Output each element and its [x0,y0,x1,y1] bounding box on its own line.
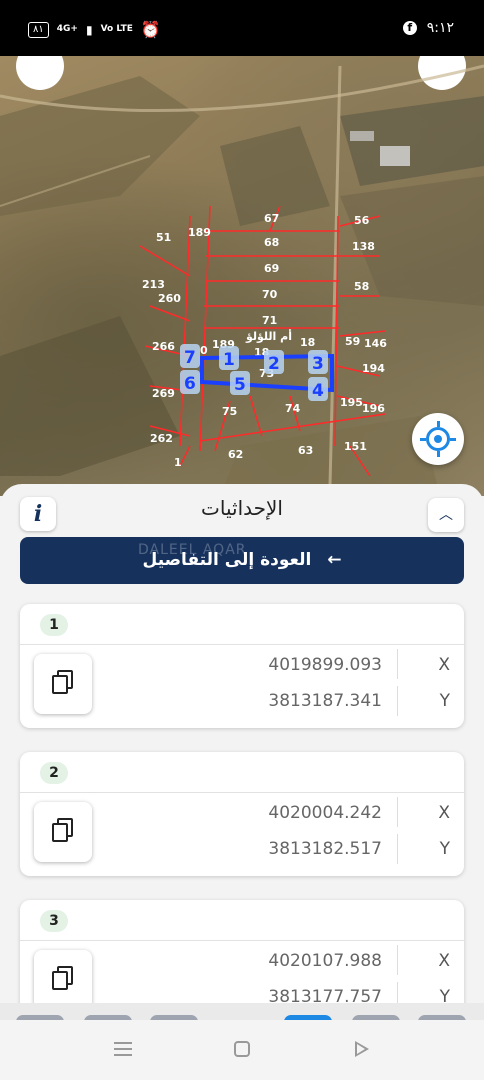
x-label: X [438,951,450,971]
y-label: Y [439,839,450,859]
copy-button[interactable] [34,654,92,714]
parcel-label: 1 [174,456,182,469]
chevron-up-icon[interactable]: ︿ [428,498,464,532]
corner-marker[interactable]: 2 [268,354,280,374]
point-index-badge: 3 [40,910,68,932]
parcel-label: 0 [200,344,208,357]
parcel-label: 63 [298,444,313,457]
coordinate-card: 2 4020004.242 X 3813182.517 Y [20,752,464,876]
home-icon[interactable] [234,1041,250,1057]
corner-marker[interactable]: 6 [184,374,196,394]
corner-marker[interactable]: 3 [312,354,324,374]
corner-marker[interactable]: 5 [234,375,246,395]
parcel-label: 195 [340,396,363,409]
y-value: 3813182.517 [268,839,382,859]
x-label: X [438,803,450,823]
parcel-label: 213 [142,278,165,291]
parcel-label: 194 [362,362,385,375]
x-value: 4020004.242 [268,803,382,823]
y-value: 3813187.341 [268,691,382,711]
coordinate-card: 1 4019899.093 X 3813187.341 Y [20,604,464,728]
x-value: 4019899.093 [268,655,382,675]
watermark: DALEEL AQAR [138,542,247,558]
parcel-label: 70 [262,288,278,301]
my-location-button[interactable] [412,413,464,465]
recent-apps-icon[interactable] [114,1042,132,1056]
x-value: 4020107.988 [268,951,382,971]
parcel-label: 51 [156,231,171,244]
corner-marker[interactable]: 4 [312,381,324,401]
system-navigation-bar [0,1020,484,1080]
y-label: Y [439,691,450,711]
volte-indicator: Vo LTE [100,24,133,34]
corner-marker[interactable]: 7 [184,348,196,368]
corner-marker[interactable]: 1 [223,350,235,370]
parcel-label: 58 [354,280,369,293]
parcel-label: 262 [150,432,173,445]
parcel-label: 71 [262,314,277,327]
parcel-label: 75 [222,405,237,418]
parcel-label: 189 [188,226,211,239]
point-index-badge: 1 [40,614,68,636]
parcel-label: 67 [264,212,279,225]
parcel-label: 59 [345,335,360,348]
x-label: X [438,655,450,675]
parcel-label: 138 [352,240,375,253]
parcel-label: 146 [364,337,387,350]
sheet-title: الإحداثيات [201,496,283,520]
parcel-label: 68 [264,236,279,249]
copy-button[interactable] [34,802,92,862]
coordinates-sheet: i الإحداثيات ︿ العودة إلى التفاصيل ← DAL… [0,484,484,1024]
satellite-map[interactable]: 67 56 51 189 68 138 69 213 58 260 70 71 … [0,56,484,496]
network-type: 4G+ [56,24,78,34]
parcel-overlay: 67 56 51 189 68 138 69 213 58 260 70 71 … [0,64,484,496]
status-bar: ٨١ 4G+ ▮ Vo LTE ⏰ f ٩:١٢ [0,0,484,56]
facebook-icon: f [402,21,417,35]
status-time: ٩:١٢ [426,20,454,36]
parcel-label: 266 [152,340,175,353]
signal-bars-icon: ▮ [85,22,93,37]
parcel-label: 74 [285,402,301,415]
back-icon[interactable] [355,1041,369,1057]
parcel-label: 260 [158,292,181,305]
alarm-clock-icon: ⏰ [140,20,161,39]
parcel-label: 269 [152,387,175,400]
parcel-label: 56 [354,214,370,227]
parcel-label: 62 [228,448,243,461]
battery-icon: ٨١ [28,21,49,38]
arrow-left-icon: ← [327,550,342,570]
parcel-label: 151 [344,440,367,453]
area-name-label: أم اللؤلؤ [245,329,292,343]
parcel-label: 69 [264,262,279,275]
copy-button[interactable] [34,950,92,1010]
parcel-label: 196 [362,402,385,415]
parcel-label: 18 [300,336,315,349]
point-index-badge: 2 [40,762,68,784]
